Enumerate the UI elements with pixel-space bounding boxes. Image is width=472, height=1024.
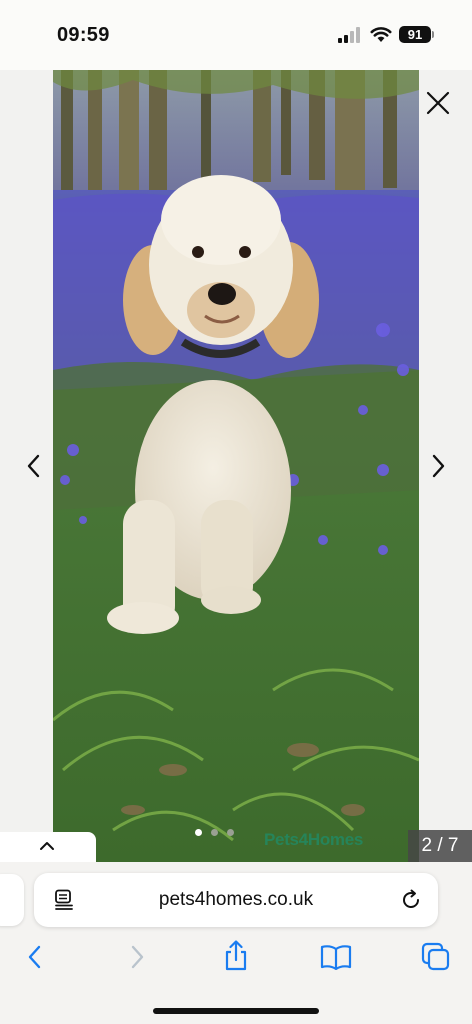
image-counter: 2 / 7	[408, 830, 472, 862]
watermark-logo: Pets4Homes	[264, 830, 364, 849]
chevron-left-icon[interactable]	[22, 452, 46, 480]
home-indicator	[153, 1008, 319, 1014]
bookmarks-icon[interactable]	[320, 944, 352, 970]
battery-indicator: 91	[399, 26, 431, 43]
cellular-signal-icon	[338, 27, 360, 43]
battery-tip	[432, 31, 434, 38]
close-icon[interactable]	[424, 89, 452, 117]
url-text[interactable]: pets4homes.co.uk	[100, 889, 372, 911]
dog-photo-illustration	[53, 70, 419, 862]
page-dot	[195, 829, 202, 836]
reader-icon[interactable]	[54, 889, 74, 911]
gallery-page-dots	[195, 829, 234, 836]
share-icon[interactable]	[222, 940, 250, 972]
status-bar: 09:59 91	[0, 0, 472, 70]
wifi-icon	[370, 27, 392, 42]
reload-icon[interactable]	[400, 889, 422, 911]
chevron-up-icon[interactable]	[39, 840, 55, 852]
forward-icon[interactable]	[126, 944, 148, 970]
gallery-photo[interactable]	[53, 70, 419, 862]
back-icon[interactable]	[24, 944, 46, 970]
battery-level: 91	[407, 27, 423, 42]
tabs-icon[interactable]	[421, 942, 451, 972]
previous-tab-card[interactable]	[0, 874, 24, 926]
status-time: 09:59	[57, 24, 110, 46]
page-dot	[211, 829, 218, 836]
chevron-right-icon[interactable]	[426, 452, 450, 480]
page-dot	[227, 829, 234, 836]
